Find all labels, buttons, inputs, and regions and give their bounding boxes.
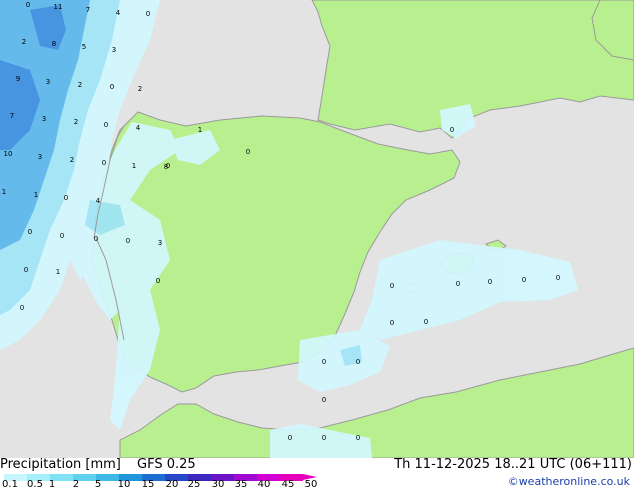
grid-value-label: 3 — [158, 239, 162, 247]
grid-value-label: 3 — [112, 46, 116, 54]
model-name: GFS 0.25 — [137, 457, 196, 472]
map-title: Precipitation [mm] — [0, 457, 121, 472]
grid-value-label: 2 — [78, 81, 82, 89]
grid-value-label: 0 — [322, 396, 326, 404]
grid-value-label: 1 — [34, 191, 38, 199]
grid-value-label: 0 — [288, 434, 292, 442]
scale-tick-label: 5 — [94, 479, 102, 490]
grid-value-label: 0 — [390, 282, 394, 290]
grid-value-label: 0 — [146, 10, 150, 18]
grid-value-label: 10 — [4, 150, 13, 158]
grid-value-label: 0 — [156, 277, 160, 285]
grid-value-label: 0 — [356, 358, 360, 366]
grid-value-label: 4 — [116, 9, 121, 17]
grid-value-label: 0 — [110, 83, 114, 91]
grid-value-label: 0 — [26, 1, 30, 9]
scale-tick-label: 50 — [304, 479, 318, 490]
grid-value-label: 0 — [246, 148, 250, 156]
grid-value-label: 4 — [96, 197, 101, 205]
grid-value-label: 0 — [488, 278, 492, 286]
grid-value-label: 3 — [38, 153, 42, 161]
grid-value-label: 3 — [46, 78, 50, 86]
grid-value-label: 0 — [94, 235, 98, 243]
grid-value-label: 7 — [10, 112, 14, 120]
grid-value-label: 5 — [82, 43, 86, 51]
grid-value-label: 4 — [136, 124, 141, 132]
scale-tick-label: 35 — [234, 479, 248, 490]
grid-value-label: 2 — [70, 156, 74, 164]
scale-tick-label: 30 — [211, 479, 225, 490]
grid-value-label: 0 — [356, 434, 360, 442]
grid-value-label: 1 — [198, 126, 202, 134]
scale-tick-label: 45 — [281, 479, 295, 490]
scale-tick-label: 0.1 — [2, 479, 18, 490]
scale-tick-label: 0.5 — [27, 479, 43, 490]
grid-value-label: 1 — [132, 162, 136, 170]
scale-tick-label: 15 — [141, 479, 155, 490]
grid-value-label: 11 — [54, 3, 63, 11]
grid-value-label: 0 — [322, 434, 326, 442]
grid-value-label: 0 — [102, 159, 106, 167]
scale-tick-label: 2 — [72, 479, 80, 490]
grid-value-label: 7 — [86, 6, 90, 14]
grid-value-label: 0 — [126, 237, 130, 245]
credit-link[interactable]: ©weatheronline.co.uk — [508, 475, 630, 488]
valid-time: Th 11-12-2025 18..21 UTC (06+111) — [394, 457, 632, 472]
scale-tick-label: 20 — [165, 479, 179, 490]
grid-value-label: 9 — [16, 75, 20, 83]
grid-value-label: 0 — [322, 358, 326, 366]
scale-tick-label: 40 — [257, 479, 271, 490]
grid-value-label: 2 — [22, 38, 26, 46]
grid-value-label: 8 — [52, 40, 56, 48]
grid-value-label: 0 — [456, 280, 460, 288]
grid-value-label: 0 — [64, 194, 68, 202]
scale-tick-label: 10 — [117, 479, 131, 490]
grid-value-label: 1 — [2, 188, 6, 196]
scale-tick-label: 1 — [48, 479, 56, 490]
grid-value-label: 0 — [390, 319, 394, 327]
grid-value-label: 3 — [42, 115, 46, 123]
precipitation-map: 0 11 7 4 0 2 8 5 3 9 3 2 0 2 7 3 2 0 4 10 3 2 0 1 8 1 1 0 4 1 0 0 0 0 3 0 1 0… — [0, 0, 634, 459]
grid-value-label: 0 — [522, 276, 526, 284]
grid-value-label: 0 — [166, 162, 170, 170]
footer: Precipitation [mm] GFS 0.25 Th 11-12-202… — [0, 457, 634, 490]
grid-value-label: 2 — [74, 118, 78, 126]
grid-value-label: 0 — [28, 228, 32, 236]
grid-value-label: 0 — [424, 318, 428, 326]
grid-value-label: 0 — [104, 121, 108, 129]
grid-value-label: 0 — [24, 266, 28, 274]
grid-value-label: 0 — [20, 304, 24, 312]
grid-value-label: 0 — [450, 126, 454, 134]
grid-value-label: 1 — [56, 268, 60, 276]
scale-tick-label: 25 — [187, 479, 201, 490]
grid-value-label: 0 — [556, 274, 560, 282]
grid-value-label: 2 — [138, 85, 142, 93]
grid-value-label: 0 — [60, 232, 64, 240]
